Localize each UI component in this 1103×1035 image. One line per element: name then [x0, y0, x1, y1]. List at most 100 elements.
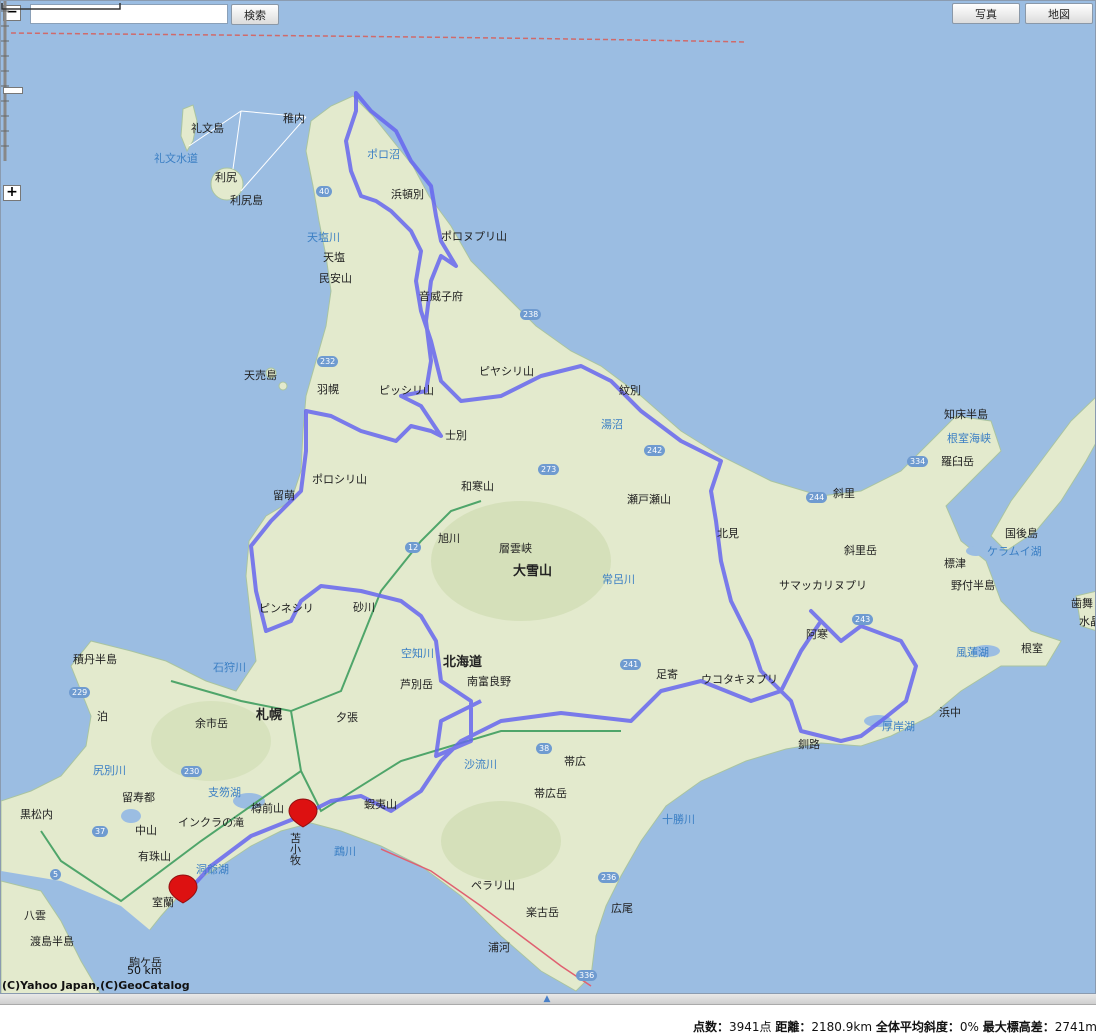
- label-ashoro: 足寄: [656, 668, 678, 681]
- label-mukawa: 鵡川: [334, 845, 356, 858]
- route-241: 241: [620, 659, 642, 670]
- label-utotakine: ウコタキヌプリ: [701, 673, 778, 686]
- map-canvas[interactable]: 礼文島 礼文水道 利尻 利尻島 稚内 ポロ沼 浜頓別 ポロヌプリ山 天塩川 天塩…: [0, 0, 1096, 994]
- distance-label: 距離：: [775, 1020, 812, 1034]
- label-kuramui: ケラムイ湖: [987, 545, 1042, 558]
- label-rishiri-island: 利尻島: [230, 194, 263, 207]
- label-sunagawa: 砂川: [353, 601, 375, 614]
- label-teuri: 天売島: [244, 369, 277, 382]
- label-obihiro-dake: 帯広岳: [534, 787, 567, 800]
- scale-bar: [1, 3, 121, 10]
- label-monbetsu: 紋別: [619, 384, 641, 397]
- label-notsuke: 野付半島: [951, 579, 995, 592]
- elev-label: 最大標高差：: [982, 1020, 1055, 1034]
- label-shibetsu: 士別: [445, 429, 467, 442]
- route-38: 38: [536, 743, 553, 754]
- label-toubetsu: 洞爺湖: [196, 863, 229, 876]
- zoom-in-button[interactable]: +: [3, 185, 21, 201]
- label-yoichi: 余市岳: [195, 717, 228, 730]
- label-teshio-river: 天塩川: [307, 231, 340, 244]
- route-12: 12: [405, 542, 422, 553]
- label-rebun-channel: 礼文水道: [154, 152, 198, 165]
- toya-lake: [121, 809, 141, 823]
- label-kunashiri: 国後島: [1005, 527, 1038, 540]
- label-porono: ポロ沼: [367, 148, 400, 161]
- label-nakayama: 中山: [135, 824, 157, 837]
- label-hamanaka: 浜中: [939, 706, 961, 719]
- map-button[interactable]: 地図: [1025, 3, 1093, 24]
- label-kitami: 北見: [717, 527, 739, 540]
- label-samakkari: サマッカリヌプリ: [779, 579, 867, 592]
- route-40: 40: [316, 186, 333, 197]
- zoom-slider-track[interactable]: [1, 1, 9, 161]
- label-urakawa: 浦河: [488, 941, 510, 954]
- label-yubari: 夕張: [336, 711, 358, 724]
- label-otoineppu: 音威子府: [419, 290, 463, 303]
- label-obihiro: 帯広: [564, 755, 586, 768]
- zoom-slider-handle[interactable]: [3, 87, 23, 94]
- label-ishikari-river: 石狩川: [213, 661, 246, 674]
- distance-value: 2180.9km: [811, 1020, 873, 1034]
- label-shari-dake: 斜里岳: [844, 544, 877, 557]
- label-pisshiri: ピッシリ山: [379, 384, 434, 397]
- route-236: 236: [598, 872, 620, 883]
- label-tarumae: 樽前山: [251, 802, 284, 815]
- search-button[interactable]: 検索: [231, 4, 279, 25]
- label-sobetsu: 層雲峡: [499, 542, 532, 555]
- label-minamifurano: 南富良野: [467, 675, 511, 688]
- label-nemuro: 根室: [1021, 642, 1043, 655]
- route-238: 238: [520, 309, 542, 320]
- photo-button[interactable]: 写真: [952, 3, 1020, 24]
- label-nemuro-strait: 根室海峡: [947, 432, 991, 445]
- label-pera: ペラリ山: [471, 879, 515, 892]
- label-asahikawa: 旭川: [438, 532, 460, 545]
- hidaka-relief: [441, 801, 561, 881]
- label-haboro: 羽幌: [317, 383, 339, 396]
- label-ezo: 蝦夷山: [364, 798, 397, 811]
- label-shakotan: 積丹半島: [73, 653, 117, 666]
- copyright: (C)Yahoo Japan,(C)GeoCatalog: [2, 979, 190, 992]
- route-229: 229: [69, 687, 91, 698]
- label-hokkaido: 北海道: [443, 655, 483, 670]
- label-tokoro: 常呂川: [602, 573, 635, 586]
- label-wakkanai: 稚内: [283, 112, 305, 125]
- kuramui-lake: [966, 546, 986, 556]
- route-stats: 点数：3941点 距離：2180.9km 全体平均斜度：0% 最大標高差：274…: [693, 1018, 1097, 1035]
- slope-label: 全体平均斜度：: [875, 1020, 960, 1034]
- route-243: 243: [852, 614, 874, 625]
- label-rebun: 礼文島: [191, 122, 224, 135]
- route-232: 232: [317, 356, 339, 367]
- route-336: 336: [576, 970, 598, 981]
- expand-arrow-icon[interactable]: ▲: [540, 994, 554, 1004]
- label-inkura: インクラの滝: [178, 816, 244, 829]
- label-wassamu: 和寒山: [461, 480, 494, 493]
- label-oshima: 渡島半島: [30, 935, 74, 948]
- label-yakumo: 八雲: [24, 909, 46, 922]
- label-shirikubetsu: 尻別川: [93, 764, 126, 777]
- label-muroran: 室蘭: [152, 896, 174, 909]
- daisetsu-relief: [431, 501, 611, 621]
- label-saroma: 湯沼: [601, 418, 623, 431]
- route-230: 230: [181, 766, 203, 777]
- elev-value: 2741m: [1054, 1020, 1097, 1034]
- label-rusutsu: 留寿都: [122, 791, 155, 804]
- label-kushiro: 釧路: [798, 738, 820, 751]
- route-334: 334: [907, 456, 929, 467]
- shikotsu-relief: [151, 701, 271, 781]
- label-shiretoko: 知床半島: [944, 408, 988, 421]
- label-shibetsu-e: 標津: [944, 557, 966, 570]
- label-rumoi: 留萌: [273, 489, 295, 502]
- label-habomai: 歯舞: [1071, 597, 1093, 610]
- points-label: 点数：: [692, 1020, 729, 1034]
- slope-value: 0%: [959, 1020, 979, 1034]
- label-rakko: 楽古岳: [526, 906, 559, 919]
- label-ashibetsu: 芦別岳: [400, 678, 433, 691]
- points-value: 3941点: [729, 1020, 772, 1034]
- route-5: 5: [50, 869, 62, 880]
- label-pinneshiri: ピンネシリ: [259, 602, 314, 615]
- label-daisetsu: 大雪山: [513, 564, 553, 579]
- label-minyasu: 民安山: [319, 272, 352, 285]
- scale-label: 50 km: [127, 964, 162, 977]
- label-kuromatsunai: 黒松内: [20, 808, 53, 821]
- label-saru: 沙流川: [464, 758, 497, 771]
